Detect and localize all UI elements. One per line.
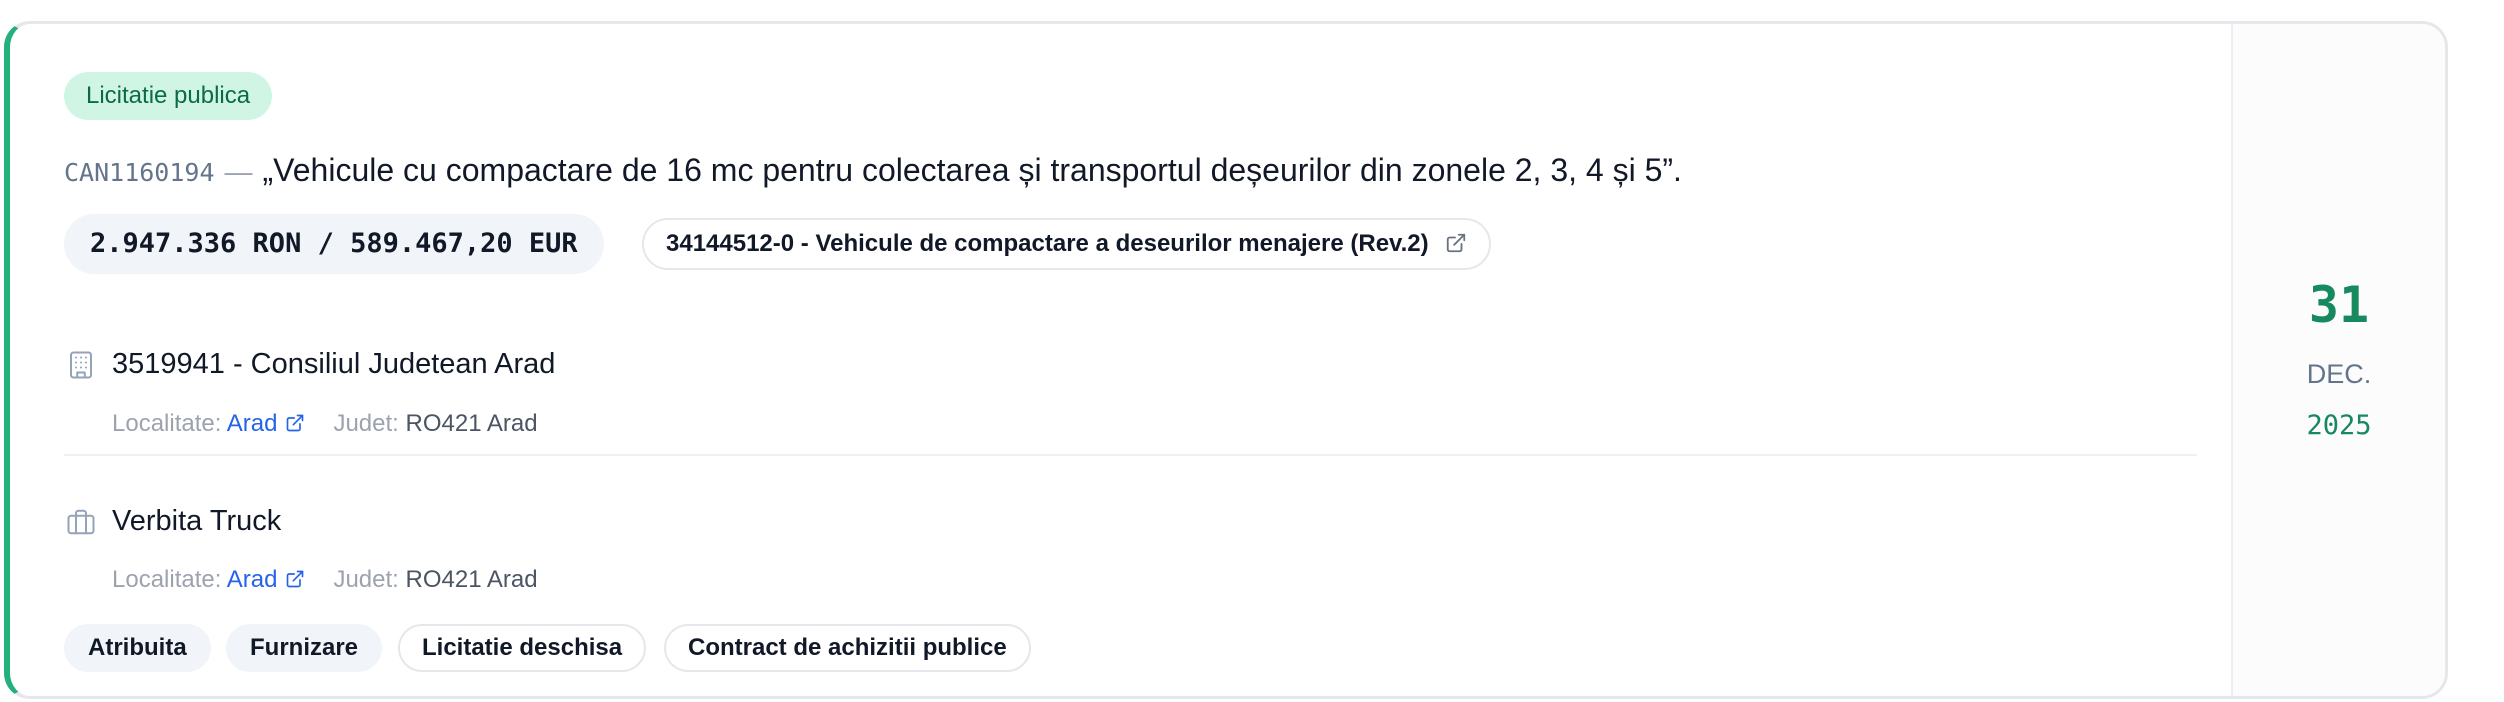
external-link-icon xyxy=(287,414,304,432)
localitate-label: Localitate: xyxy=(112,410,222,437)
supplier-judet-value: RO421 Arad xyxy=(405,566,538,593)
date-day: 31 xyxy=(2308,276,2370,334)
cpv-code-label: 34144512-0 - Vehicule de compactare a de… xyxy=(666,230,1429,257)
title-separator: — xyxy=(224,156,253,187)
tag-status[interactable]: Atribuita xyxy=(64,624,211,672)
authority-localitate-link[interactable]: Arad xyxy=(227,410,306,437)
contracting-authority-name[interactable]: 3519941 - Consiliul Judetean Arad xyxy=(112,344,555,384)
contracting-authority-location: Localitate: Arad Judet: RO421 Arad xyxy=(112,408,538,440)
supplier-location: Localitate: Arad Judet: RO421 Arad xyxy=(112,564,538,596)
supplier-localitate-link[interactable]: Arad xyxy=(227,566,306,593)
judet-label: Judet: xyxy=(333,410,399,437)
section-divider xyxy=(64,454,2197,456)
tender-title-row[interactable]: CAN1160194 — „Vehicule cu compactare de 16… xyxy=(64,150,1682,197)
procedure-type-badge: Licitatie publica xyxy=(64,72,273,120)
supplier-name[interactable]: Verbita Truck xyxy=(112,501,281,541)
tender-title[interactable]: „Vehicule cu compactare de 16 mc pentru … xyxy=(263,152,1682,188)
estimated-value: 2.947.336 RON / 589.467,20 EUR xyxy=(64,214,604,274)
date-column: 31 DEC. 2025 xyxy=(2231,24,2445,696)
date-year: 2025 xyxy=(2306,410,2372,441)
tender-card[interactable]: Licitatie publica CAN1160194 — „Vehicule c… xyxy=(4,21,2448,699)
authority-localitate-value: Arad xyxy=(226,410,278,437)
notice-id: CAN1160194 xyxy=(64,158,215,187)
tag-contract-category[interactable]: Contract de achizitii publice xyxy=(664,624,1031,672)
tag-contract-type[interactable]: Furnizare xyxy=(226,624,383,672)
judet-label: Judet: xyxy=(333,566,399,593)
localitate-label: Localitate: xyxy=(112,566,222,593)
building-icon xyxy=(70,351,92,379)
supplier-localitate-value: Arad xyxy=(226,566,278,593)
external-link-icon xyxy=(1447,233,1466,252)
tag-procedure[interactable]: Licitatie deschisa xyxy=(398,624,647,672)
authority-judet-value: RO421 Arad xyxy=(405,410,538,437)
external-link-icon xyxy=(287,570,304,588)
date-month: DEC. xyxy=(2306,359,2372,389)
briefcase-icon xyxy=(67,509,95,535)
tender-main: Licitatie publica CAN1160194 — „Vehicule c… xyxy=(10,24,2231,696)
cpv-code-link[interactable]: 34144512-0 - Vehicule de compactare a de… xyxy=(642,218,1492,270)
